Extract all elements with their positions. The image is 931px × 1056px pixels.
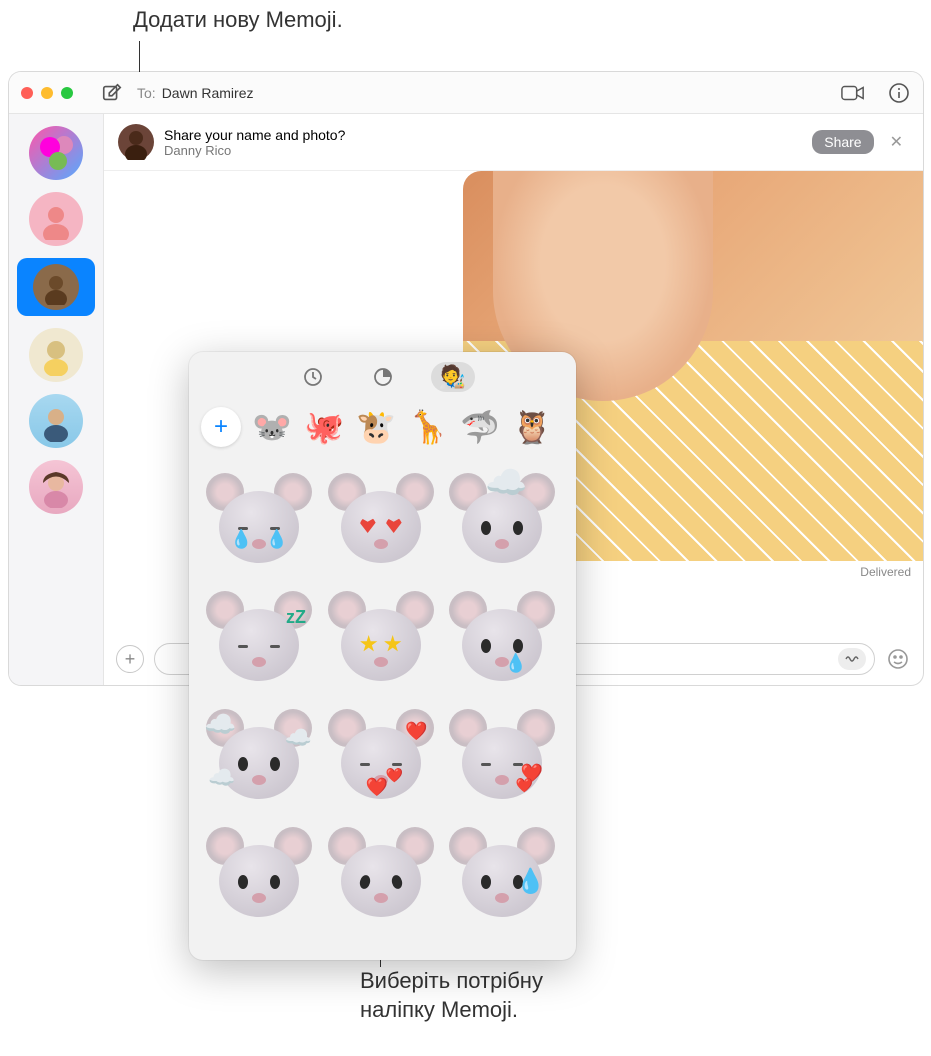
zoom-window-button[interactable]: [61, 87, 73, 99]
to-label: To:: [137, 85, 156, 101]
info-button[interactable]: [887, 81, 911, 105]
annotation-choose-sticker: Виберіть потрібну наліпку Memoji.: [360, 967, 620, 1024]
memoji-tab-icon: 🧑‍🎨: [439, 364, 466, 390]
audio-message-button[interactable]: [838, 648, 866, 670]
memoji-character-owl[interactable]: 🦉: [511, 406, 553, 448]
to-recipient[interactable]: Dawn Ramirez: [162, 85, 254, 101]
memoji-character-mouse[interactable]: 🐭: [251, 406, 293, 448]
banner-title: Share your name and photo?: [164, 127, 802, 143]
memoji-character-giraffe[interactable]: 🦒: [407, 406, 449, 448]
close-window-button[interactable]: [21, 87, 33, 99]
memoji-sticker-sweat[interactable]: 💧: [446, 822, 558, 934]
memoji-character-shark[interactable]: 🦈: [459, 406, 501, 448]
conversation-sidebar: [9, 114, 104, 685]
memoji-sticker-blowing-kiss[interactable]: ❤️ ❤️ ❤️: [325, 704, 437, 816]
conversation-avatar[interactable]: [29, 328, 83, 382]
emoji-picker-button[interactable]: [885, 646, 911, 672]
titlebar: To: Dawn Ramirez: [9, 72, 923, 114]
conversation-avatar[interactable]: [29, 192, 83, 246]
conversation-avatar-group[interactable]: [29, 126, 83, 180]
window-controls: [21, 87, 73, 99]
delivery-status: Delivered: [860, 565, 911, 579]
memoji-character-cow[interactable]: 🐮: [355, 406, 397, 448]
conversation-avatar[interactable]: [29, 394, 83, 448]
to-field: To: Dawn Ramirez: [137, 85, 841, 101]
close-banner-button[interactable]: ✕: [884, 132, 909, 152]
memoji-tab[interactable]: 🧑‍🎨: [431, 362, 475, 392]
share-button[interactable]: Share: [812, 130, 873, 154]
memoji-character-octopus[interactable]: 🐙: [303, 406, 345, 448]
memoji-sticker-crying[interactable]: 💧: [446, 586, 558, 698]
memoji-character-row: + 🐭 🐙 🐮 🦒 🦈 🦉: [189, 402, 576, 458]
conversation-avatar[interactable]: [29, 460, 83, 514]
memoji-sticker-grid: 💧💧 ☁️ zZ 💧 ☁️ ☁️: [189, 458, 576, 960]
share-banner: Share your name and photo? Danny Rico Sh…: [104, 114, 923, 171]
memoji-sticker-sleeping[interactable]: zZ: [203, 586, 315, 698]
compose-button[interactable]: [99, 80, 125, 106]
popover-tabs: 🧑‍🎨: [189, 352, 576, 402]
stickers-tab[interactable]: [361, 362, 405, 392]
apps-button[interactable]: +: [116, 645, 144, 673]
memoji-sticker-heart-eyes[interactable]: [325, 468, 437, 580]
memoji-sticker-loved[interactable]: ❤️ ❤️: [446, 704, 558, 816]
recents-tab[interactable]: [291, 362, 335, 392]
memoji-sticker-angry[interactable]: [325, 822, 437, 934]
memoji-sticker-star-struck[interactable]: [325, 586, 437, 698]
minimize-window-button[interactable]: [41, 87, 53, 99]
memoji-popover: 🧑‍🎨 + 🐭 🐙 🐮 🦒 🦈 🦉 💧💧 ☁️ zZ: [189, 352, 576, 960]
memoji-sticker-mind-blown[interactable]: ☁️: [446, 468, 558, 580]
banner-avatar: [118, 124, 154, 160]
banner-subtitle: Danny Rico: [164, 143, 802, 158]
memoji-sticker-worried[interactable]: [203, 822, 315, 934]
facetime-video-button[interactable]: [841, 81, 865, 105]
add-memoji-button[interactable]: +: [201, 407, 241, 447]
memoji-sticker-head-in-clouds[interactable]: ☁️ ☁️ ☁️: [203, 704, 315, 816]
memoji-sticker-tears-of-joy[interactable]: 💧💧: [203, 468, 315, 580]
annotation-add-new: Додати нову Memoji.: [133, 6, 343, 35]
conversation-avatar-selected[interactable]: [17, 258, 95, 316]
